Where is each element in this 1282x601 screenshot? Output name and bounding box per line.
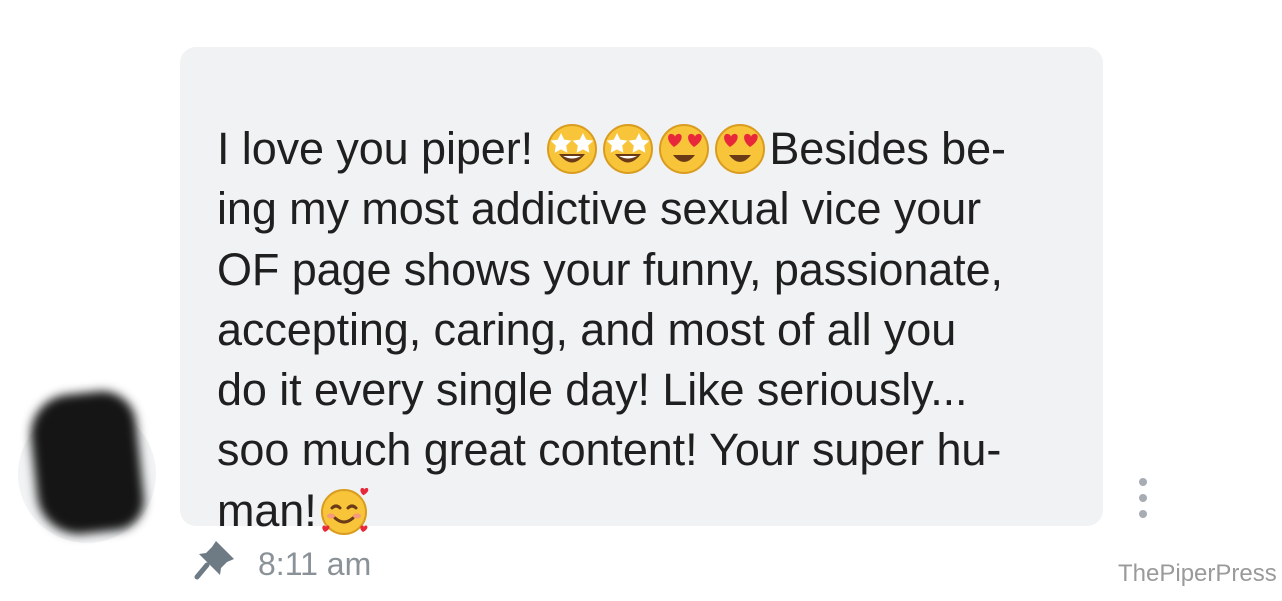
message-line: OF page shows your funny, passionate, — [217, 243, 1003, 295]
message-text: I love you piper! — [217, 123, 533, 174]
heart-eyes-icon — [713, 122, 767, 176]
star-struck-icon — [601, 122, 655, 176]
message-line: man! — [217, 481, 1063, 541]
more-options-button[interactable] — [1133, 478, 1153, 518]
message-line: do it every single day! Like seriously..… — [217, 364, 968, 416]
watermark: ThePiperPress — [1118, 560, 1277, 587]
message-text: man! — [217, 484, 317, 536]
heart-eyes-icon — [657, 122, 711, 176]
message-timestamp: 8:11 am — [258, 546, 372, 582]
more-dot — [1139, 510, 1147, 518]
message-bubble[interactable]: I love you piper! Besides be- ing my mos… — [180, 47, 1103, 536]
more-dot — [1139, 494, 1147, 502]
message-line: soo much great content! Your super hu- — [217, 424, 1002, 476]
avatar-redaction — [26, 387, 148, 539]
avatar[interactable] — [18, 387, 156, 543]
pin-icon[interactable] — [191, 535, 239, 583]
message-line: accepting, caring, and most of all you — [217, 303, 957, 355]
message-line: I love you piper! Besides be- — [217, 119, 1063, 179]
more-dot — [1139, 478, 1147, 486]
smiling-face-with-hearts-icon — [317, 484, 371, 538]
message-line: ing my most addictive sexual vice your — [217, 183, 982, 235]
message-text: Besides be- — [769, 123, 1006, 174]
star-struck-icon — [545, 122, 599, 176]
